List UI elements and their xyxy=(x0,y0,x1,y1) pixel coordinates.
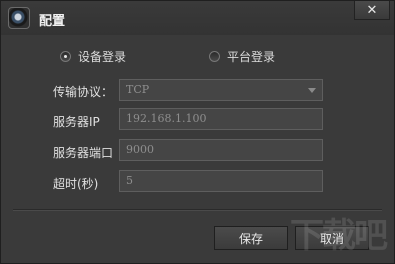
radio-checked-icon xyxy=(60,51,71,62)
timeout-value: 5 xyxy=(126,174,133,187)
server-port-value: 9000 xyxy=(126,143,154,156)
protocol-select[interactable]: TCP xyxy=(119,79,323,101)
device-login-label: 设备登录 xyxy=(78,50,127,64)
dialog-title: 配置 xyxy=(39,14,66,29)
login-mode-group: 设备登录 平台登录 xyxy=(1,48,394,68)
server-port-input[interactable]: 9000 xyxy=(119,139,323,161)
timeout-input[interactable]: 5 xyxy=(119,170,323,192)
radio-unchecked-icon xyxy=(209,51,220,62)
device-login-radio[interactable]: 设备登录 xyxy=(60,48,126,65)
close-button[interactable]: ✕ xyxy=(354,1,390,20)
platform-login-radio[interactable]: 平台登录 xyxy=(209,48,275,65)
watermark-logo: 下载吧 xyxy=(290,216,388,256)
server-ip-input[interactable]: 192.168.1.100 xyxy=(119,108,323,130)
server-port-label: 服务器端口 xyxy=(53,146,114,160)
title-bar[interactable]: 配置 ✕ xyxy=(1,1,394,35)
app-camera-icon xyxy=(8,7,30,29)
timeout-label: 超时(秒) xyxy=(53,177,99,191)
save-button[interactable]: 保存 xyxy=(214,226,288,250)
protocol-value: TCP xyxy=(126,83,150,96)
platform-login-label: 平台登录 xyxy=(227,50,276,64)
dropdown-arrow-icon xyxy=(308,88,316,93)
protocol-label: 传输协议： xyxy=(53,85,114,99)
config-dialog: 配置 ✕ 设备登录 平台登录 传输协议： TCP 服务器IP 192.168.1… xyxy=(0,0,395,264)
server-ip-value: 192.168.1.100 xyxy=(126,112,207,125)
close-icon: ✕ xyxy=(366,2,378,18)
server-ip-label: 服务器IP xyxy=(53,115,100,129)
